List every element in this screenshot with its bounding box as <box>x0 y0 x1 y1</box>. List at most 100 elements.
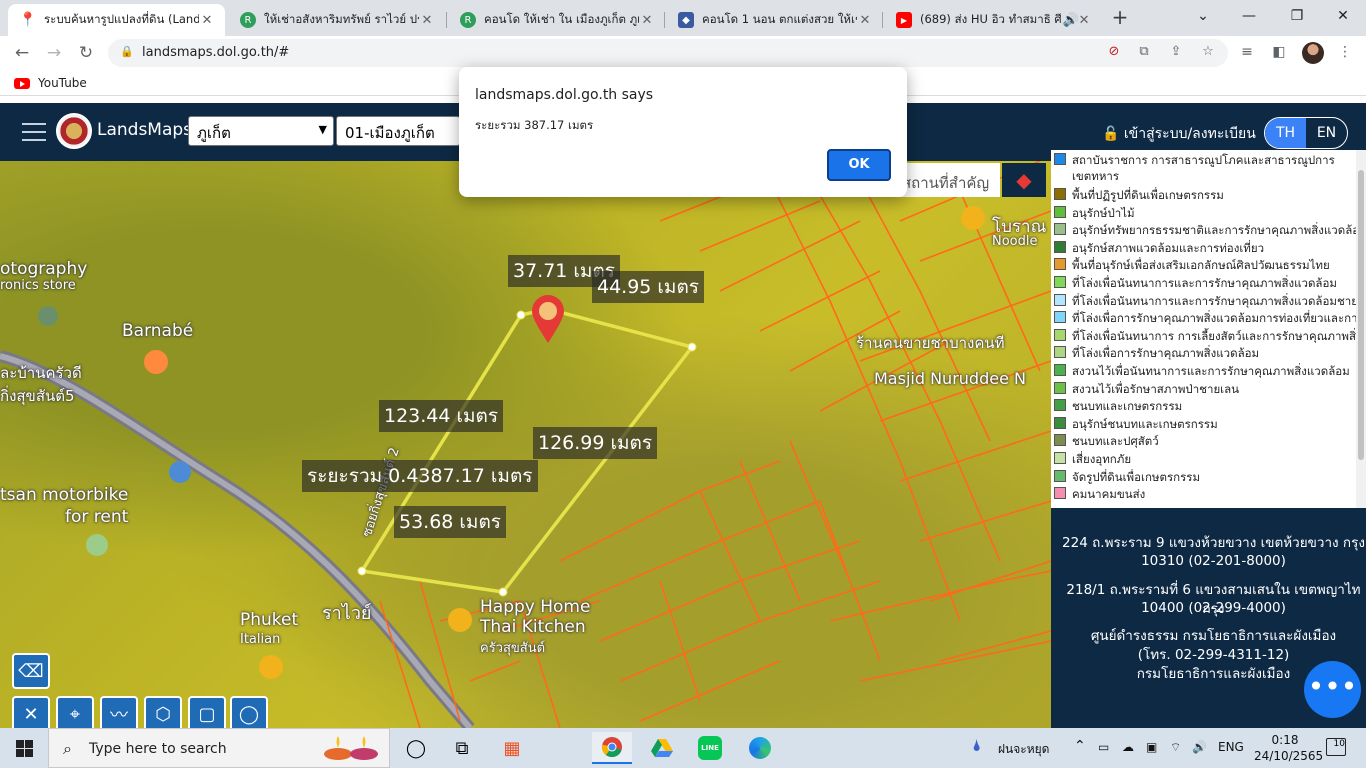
reload-button[interactable]: ↻ <box>74 41 98 65</box>
area-label[interactable]: ราไวย์ <box>322 598 371 627</box>
zoning-legend[interactable]: สถาบันราชการ การสาธารณูปโภคและสาธารณูปกา… <box>1051 150 1356 508</box>
poi-label[interactable]: ร้านคนขายชาบางคนที <box>856 331 1005 355</box>
share-icon[interactable]: ⇪ <box>1166 44 1186 62</box>
tab-landsmaps[interactable]: 📍 ระบบค้นหารูปแปลงที่ดิน (LandsMaps ✕ <box>8 4 225 36</box>
weather-icon[interactable]: 🌢 <box>972 736 982 756</box>
translate-icon[interactable]: ⧉ <box>1134 44 1154 62</box>
legend-scrollbar[interactable] <box>1356 150 1366 508</box>
address-bar[interactable]: 🔒 landsmaps.dol.go.th/# ⊘ ⧉ ⇪ ☆ <box>108 39 1228 67</box>
poi-label[interactable]: Italian <box>240 632 280 647</box>
pin-tool-button[interactable]: ⌖ <box>56 696 94 732</box>
chrome-icon[interactable] <box>592 732 632 764</box>
profile-avatar[interactable] <box>1302 42 1324 64</box>
forward-button[interactable]: → <box>42 41 66 65</box>
language-toggle[interactable]: TH EN <box>1264 117 1348 149</box>
restaurant-poi-icon-3[interactable] <box>961 206 985 230</box>
more-options-button[interactable]: ••• <box>1304 661 1361 718</box>
search-highlight-icon[interactable] <box>318 732 384 764</box>
edge-icon[interactable] <box>740 732 780 764</box>
chevron-up-icon[interactable]: ⌃ <box>1074 738 1086 754</box>
close-window-button[interactable]: ✕ <box>1320 0 1366 32</box>
youtube-icon[interactable] <box>14 78 30 89</box>
poi-label[interactable]: Thai Kitchen <box>480 617 586 637</box>
reading-list-icon[interactable]: ≡ <box>1236 44 1258 64</box>
lang-en-button[interactable]: EN <box>1306 118 1347 148</box>
tab-condo-phuket[interactable]: R คอนโด ให้เช่า ใน เมืองภูเก็ต ภูเก็ต ✕ <box>448 4 665 36</box>
input-language[interactable]: ENG <box>1218 740 1244 754</box>
layers-icon[interactable]: ◆ <box>1002 163 1046 197</box>
google-drive-icon[interactable] <box>642 732 682 764</box>
legend-item: ที่โล่งเพื่อนันทนาการ การเลี้ยงสัตว์และก… <box>1054 328 1356 346</box>
tab-separator <box>664 12 665 28</box>
poi-pin-icon-2[interactable] <box>38 306 58 326</box>
tab-rent-rawai[interactable]: R ให้เช่าอสังหาริมทรัพย์ ราไวย์ ประเทศ ✕ <box>228 4 445 36</box>
hotel-poi-icon[interactable] <box>144 350 168 374</box>
store-poi-icon[interactable] <box>169 461 191 483</box>
weather-text[interactable]: ฝนจะหยุด <box>998 740 1049 759</box>
address-line: 10400 (02-299-4000) <box>1141 600 1286 616</box>
blocked-popup-icon[interactable]: ⊘ <box>1104 44 1124 62</box>
cloud-icon[interactable]: ☁ <box>1122 740 1134 754</box>
close-tab-icon[interactable]: ✕ <box>419 13 435 28</box>
close-tab-icon[interactable]: ✕ <box>199 13 215 28</box>
login-link[interactable]: 🔓 เข้าสู่ระบบ/ลงทะเบียน <box>1102 123 1256 145</box>
line-tool-button[interactable]: 〰 <box>100 696 138 732</box>
store-icon[interactable]: ▦ <box>492 732 532 764</box>
volume-icon[interactable]: 🔊 <box>1192 740 1207 754</box>
clock[interactable]: 0:18 24/10/2565 <box>1254 732 1323 764</box>
province-select[interactable]: ภูเก็ต ▼ <box>188 116 334 146</box>
audio-close-icon[interactable]: 🔊✕ <box>1061 13 1091 28</box>
line-app-icon[interactable]: LINE <box>690 732 730 764</box>
close-tab-icon[interactable]: ✕ <box>857 13 873 28</box>
poi-label[interactable]: Happy Home <box>480 597 590 617</box>
poi-label[interactable]: ละบ้านครัวดี <box>0 361 82 385</box>
map-canvas[interactable]: otography ronics store Barnabé ละบ้านครั… <box>0 161 1051 728</box>
menu-kebab-icon[interactable]: ⋮ <box>1334 44 1356 64</box>
polygon-tool-button[interactable]: ⬡ <box>144 696 182 732</box>
poi-label[interactable]: Noodle <box>992 234 1038 249</box>
measure-tool-button[interactable]: ✕ <box>12 696 50 732</box>
rectangle-tool-button[interactable]: ▢ <box>188 696 226 732</box>
wifi-icon[interactable]: ⌔ <box>1170 740 1181 755</box>
lang-th-button[interactable]: TH <box>1265 118 1306 148</box>
task-view-icon[interactable]: ⧉ <box>442 732 482 764</box>
place-search-input[interactable]: สถานที่สำคัญ <box>896 163 1000 197</box>
lock-icon[interactable]: 🔒 <box>120 45 134 59</box>
poi-label[interactable]: Barnabé <box>122 321 193 341</box>
notification-center-button[interactable]: 10 <box>1326 738 1346 756</box>
poi-label[interactable]: otography <box>0 259 87 279</box>
circle-tool-button[interactable]: ◯ <box>230 696 268 732</box>
battery-icon[interactable]: ▭ <box>1098 740 1109 754</box>
poi-label[interactable]: Phuket <box>240 610 298 630</box>
location-pin-icon[interactable] <box>532 295 564 343</box>
eraser-tool-button[interactable]: ⌫ <box>12 653 50 689</box>
bookmark-star-icon[interactable]: ☆ <box>1198 44 1218 62</box>
restaurant-poi-icon-2[interactable] <box>448 608 472 632</box>
meet-icon[interactable]: ▣ <box>1146 740 1157 754</box>
poi-label[interactable]: ronics store <box>0 278 76 293</box>
close-tab-icon[interactable]: ✕ <box>639 13 655 28</box>
poi-label[interactable]: tsan motorbike <box>0 485 128 505</box>
poi-label[interactable]: กิ่งสุขสันต์5 <box>0 384 75 408</box>
back-button[interactable]: ← <box>10 41 34 65</box>
poi-label[interactable]: ครัวสุขสันต์ <box>480 637 545 658</box>
bookmark-youtube[interactable]: YouTube <box>38 76 87 90</box>
drive-logo <box>651 739 673 757</box>
tab-youtube[interactable]: ▶ (689) ส่ง HU อิว ทำสมาธิ ศึ 🔊✕ <box>884 4 1101 36</box>
minimize-button[interactable]: — <box>1226 0 1272 32</box>
poi-label[interactable]: for rent <box>65 507 128 527</box>
maximize-button[interactable]: ❐ <box>1274 0 1320 32</box>
new-tab-button[interactable]: + <box>1108 6 1132 30</box>
district-select[interactable]: 01-เมืองภูเก็ต <box>336 116 460 146</box>
tab-search-icon[interactable]: ⌄ <box>1180 0 1226 32</box>
cortana-icon[interactable]: ◯ <box>396 732 436 764</box>
start-button[interactable] <box>0 728 48 768</box>
tab-condo-1bed[interactable]: ◆ คอนโด 1 นอน ตกแต่งสวย ให้เช่า ✕ <box>666 4 883 36</box>
ok-button[interactable]: OK <box>827 149 891 181</box>
poi-pin-icon[interactable] <box>86 534 108 556</box>
side-panel-icon[interactable]: ◧ <box>1268 44 1290 64</box>
hamburger-menu-icon[interactable] <box>22 123 46 141</box>
restaurant-poi-icon[interactable] <box>259 655 283 679</box>
poi-label[interactable]: Masjid Nuruddee N <box>874 369 1026 388</box>
url-text[interactable]: landsmaps.dol.go.th/# <box>142 45 289 60</box>
